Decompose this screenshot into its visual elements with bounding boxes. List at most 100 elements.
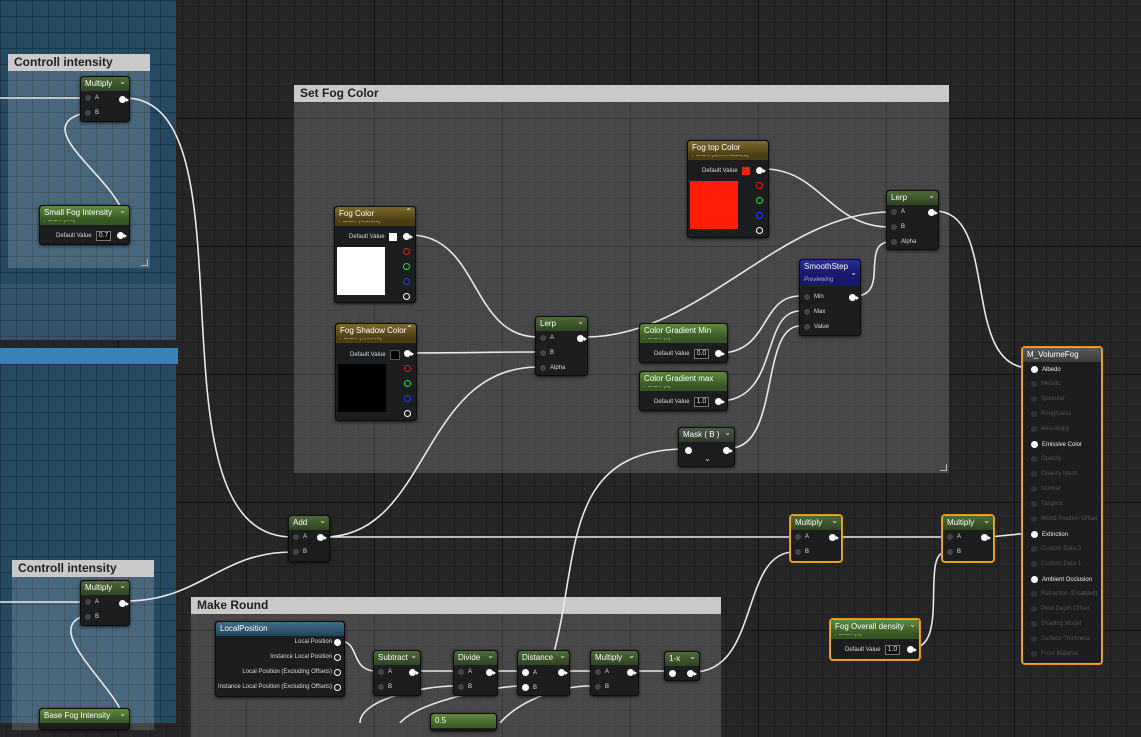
output-pin-rgb[interactable]: [404, 350, 414, 357]
pin-a[interactable]: A: [293, 534, 307, 540]
chevron-down-icon[interactable]: ⌄: [119, 581, 126, 590]
output-pin[interactable]: [627, 669, 637, 676]
chevron-down-icon[interactable]: ⌄: [628, 651, 635, 660]
pin-min[interactable]: Min: [804, 294, 824, 300]
mask-node[interactable]: Mask ( B ) ⌄ ⌄: [678, 427, 735, 467]
pin-instance-local-position-excl[interactable]: Instance Local Position (Excluding Offse…: [218, 684, 332, 690]
pin-b[interactable]: B: [891, 224, 905, 230]
multiply-node[interactable]: Multiply ⌄ A B: [80, 580, 130, 626]
fog-top-color-node[interactable]: Fog top Color Param (1,0,0.0353,1) Defau…: [687, 140, 769, 238]
expand-chevron-icon[interactable]: ⌄: [704, 454, 711, 463]
material-input-pin[interactable]: Extinction: [1031, 531, 1068, 538]
chevron-down-icon[interactable]: ⌃: [405, 207, 412, 216]
default-value-input[interactable]: 0.0: [693, 349, 710, 359]
constant-node[interactable]: 0.5: [430, 713, 497, 731]
pin-b[interactable]: B: [458, 684, 472, 690]
lerp-node[interactable]: Lerp ⌄ A B Alpha: [535, 316, 588, 376]
divide-node[interactable]: Divide ⌄ A B: [453, 650, 498, 696]
pin-a[interactable]: A: [891, 209, 905, 215]
material-input-pin[interactable]: Custom Data 1: [1031, 561, 1081, 567]
pin-b[interactable]: B: [947, 549, 961, 555]
subtract-node[interactable]: Subtract ⌄ A B: [373, 650, 421, 696]
input-pin[interactable]: [685, 447, 692, 454]
pin-alpha[interactable]: Alpha: [891, 239, 916, 245]
chevron-down-icon[interactable]: ⌄: [559, 651, 566, 660]
pin-value[interactable]: Value: [804, 324, 829, 330]
base-fog-intensity-node[interactable]: Base Fog Intensity ⌄: [39, 708, 130, 730]
material-input-pin[interactable]: Emissive Color: [1031, 441, 1082, 448]
material-input-pin[interactable]: Front Material: [1031, 651, 1078, 657]
material-input-pin[interactable]: Refraction (Disabled): [1031, 591, 1097, 597]
alpha-pin[interactable]: [756, 227, 763, 234]
chevron-down-icon[interactable]: ⌄: [119, 206, 126, 215]
local-position-node[interactable]: LocalPosition Local Position Instance Lo…: [215, 621, 345, 697]
pin-b[interactable]: B: [595, 684, 609, 690]
chevron-down-icon[interactable]: ⌄: [831, 516, 838, 525]
material-input-pin[interactable]: Custom Data 0: [1031, 546, 1081, 552]
chevron-down-icon[interactable]: ⌄: [983, 516, 990, 525]
pin-max[interactable]: Max: [804, 309, 825, 315]
blue-pin[interactable]: [756, 212, 763, 219]
default-value-input[interactable]: 0.7: [95, 231, 112, 241]
output-pin-rgb[interactable]: [403, 233, 413, 240]
output-pin[interactable]: [486, 669, 496, 676]
pin-a[interactable]: A: [522, 669, 537, 676]
output-pin[interactable]: [119, 96, 129, 103]
material-output-node[interactable]: M_VolumeFog Albedo Metallic Specular Roughn…: [1022, 347, 1102, 664]
pin-alpha[interactable]: Alpha: [540, 365, 565, 371]
pin-local-position[interactable]: Local Position: [295, 639, 332, 645]
multiply-node[interactable]: Multiply ⌄ A B: [790, 515, 842, 562]
pin-a[interactable]: A: [458, 669, 472, 675]
default-value-input[interactable]: 1.0: [693, 397, 710, 407]
output-pin[interactable]: [577, 335, 587, 342]
fog-color-node[interactable]: Fog Color ⌃ Param (1,1,1,1) Default Valu…: [334, 206, 416, 303]
chevron-down-icon[interactable]: ⌄: [689, 652, 696, 661]
fog-overall-density-node[interactable]: Fog Overall density ⌄ Param (1) Default …: [830, 619, 920, 660]
red-pin[interactable]: [403, 248, 410, 255]
color-swatch-small[interactable]: [388, 233, 397, 241]
material-input-pin[interactable]: Metallic: [1031, 381, 1061, 387]
output-pin[interactable]: [558, 669, 568, 676]
material-input-pin[interactable]: Opacity Mask: [1031, 471, 1077, 477]
pin-b[interactable]: B: [378, 684, 392, 690]
output-pin[interactable]: [723, 447, 733, 454]
chevron-down-icon[interactable]: ⌄: [928, 191, 935, 200]
one-minus-node[interactable]: 1-x ⌄: [664, 651, 700, 681]
material-input-pin[interactable]: Pixel Depth Offset: [1031, 606, 1089, 612]
pin-instance-local-position[interactable]: Instance Local Position: [270, 654, 332, 660]
smoothstep-node[interactable]: SmoothStep ⌄ Previewing Min Max Value: [799, 259, 861, 336]
pin-b[interactable]: B: [522, 684, 537, 691]
pin-a[interactable]: A: [540, 335, 554, 341]
output-pin[interactable]: [317, 534, 327, 541]
small-fog-intensity-node[interactable]: Small Fog Intensity ⌄ Param (0.0) Defaul…: [39, 205, 130, 245]
green-pin[interactable]: [756, 197, 763, 204]
material-input-pin[interactable]: Tangent: [1031, 501, 1062, 507]
material-input-pin[interactable]: World Position Offset: [1031, 516, 1097, 522]
red-pin[interactable]: [404, 365, 411, 372]
pin-a[interactable]: A: [85, 599, 99, 605]
pin-a[interactable]: A: [378, 669, 392, 675]
output-pin[interactable]: [409, 669, 419, 676]
output-pin-rgb[interactable]: [756, 167, 766, 174]
pin-b[interactable]: B: [795, 549, 809, 555]
blue-pin[interactable]: [404, 395, 411, 402]
chevron-down-icon[interactable]: ⌄: [119, 77, 126, 86]
output-pin[interactable]: [119, 600, 129, 607]
pin-b[interactable]: B: [540, 350, 554, 356]
chevron-down-icon[interactable]: ⌄: [850, 268, 857, 277]
output-pin[interactable]: [687, 670, 697, 677]
material-input-pin[interactable]: Shading Model: [1031, 621, 1081, 627]
color-gradient-max-node[interactable]: Color Gradient max Param (1) Default Val…: [639, 371, 728, 411]
pin-b[interactable]: B: [85, 614, 99, 620]
chevron-down-icon[interactable]: ⌄: [119, 709, 126, 718]
chevron-down-icon[interactable]: ⌄: [487, 651, 494, 660]
input-pin[interactable]: [669, 670, 676, 677]
material-input-pin[interactable]: Specular: [1031, 396, 1065, 402]
chevron-down-icon[interactable]: ⌄: [319, 516, 326, 525]
material-input-pin[interactable]: Ambient Occlusion: [1031, 576, 1092, 583]
pin-b[interactable]: B: [293, 549, 307, 555]
distance-node[interactable]: Distance ⌄ A B: [517, 650, 570, 696]
output-pin[interactable]: [117, 232, 127, 239]
default-value-input[interactable]: 1.0: [884, 645, 901, 655]
pin-a[interactable]: A: [595, 669, 609, 675]
